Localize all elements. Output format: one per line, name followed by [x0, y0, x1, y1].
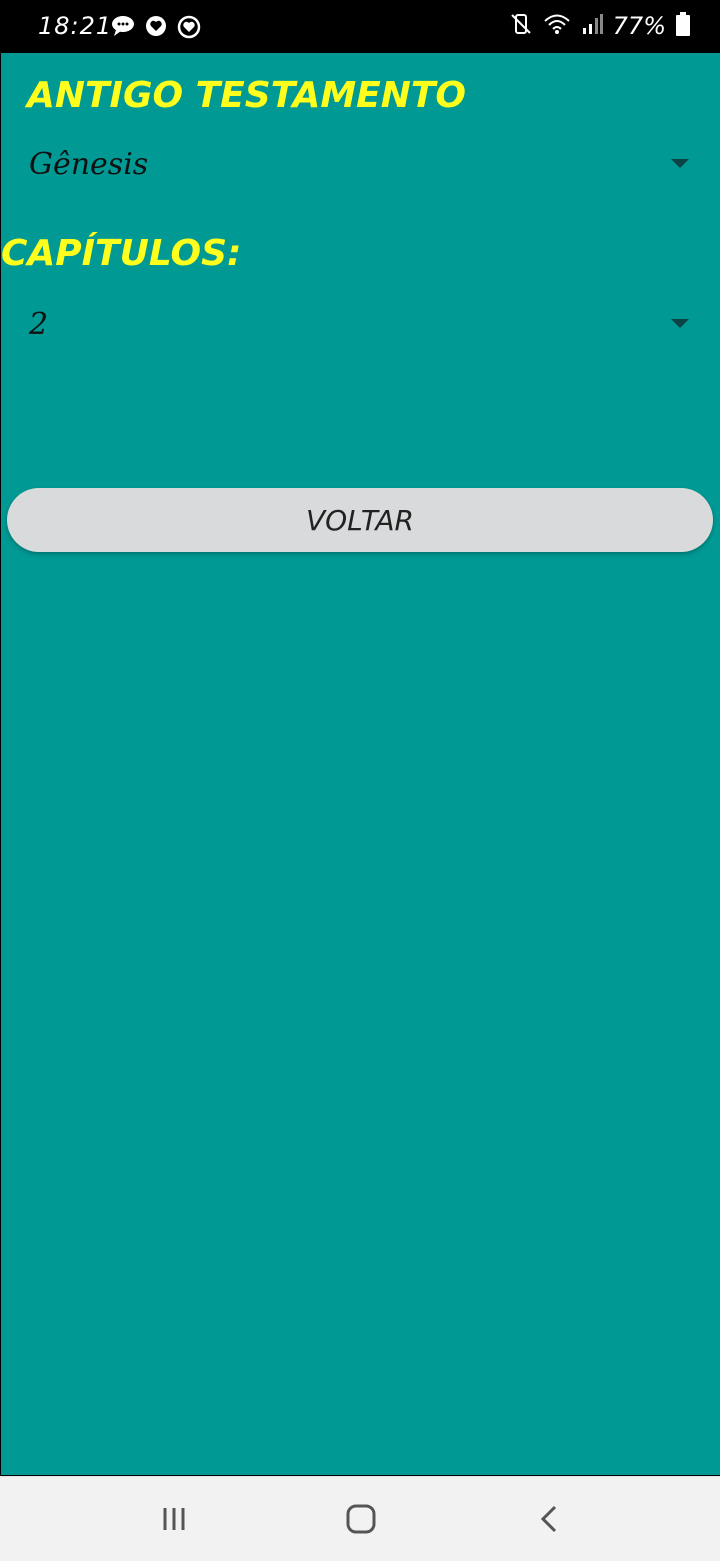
main-screen: ANTIGO TESTAMENTO Gênesis CAPÍTULOS: 2 V…	[1, 53, 720, 1475]
navigation-bar	[0, 1476, 720, 1561]
book-dropdown-value: Gênesis	[29, 147, 149, 182]
mute-vibrate-icon	[509, 12, 533, 40]
status-right: 77%	[509, 12, 690, 40]
status-time: 18:21	[38, 12, 113, 40]
heart-speech-icon	[144, 14, 168, 44]
back-icon[interactable]	[530, 1501, 570, 1537]
battery-percent: 77%	[612, 12, 666, 40]
signal-icon	[581, 12, 603, 40]
home-icon[interactable]	[341, 1501, 381, 1537]
battery-icon	[676, 12, 690, 40]
dropdown-arrow-icon	[671, 159, 689, 168]
chapter-dropdown[interactable]: 2	[27, 299, 697, 353]
chat-bubble-icon	[110, 14, 136, 44]
notification-icons	[110, 14, 202, 44]
recent-apps-icon[interactable]	[154, 1501, 194, 1537]
chapters-title: CAPÍTULOS:	[1, 233, 242, 274]
status-bar: 18:21 77%	[0, 0, 720, 53]
dropdown-arrow-icon	[671, 319, 689, 328]
chapter-dropdown-value: 2	[29, 307, 49, 342]
wifi-icon	[543, 12, 571, 40]
old-testament-title: ANTIGO TESTAMENTO	[27, 75, 467, 116]
book-dropdown[interactable]: Gênesis	[27, 139, 697, 193]
heart-outline-icon	[176, 14, 202, 44]
back-button[interactable]: VOLTAR	[7, 488, 713, 552]
